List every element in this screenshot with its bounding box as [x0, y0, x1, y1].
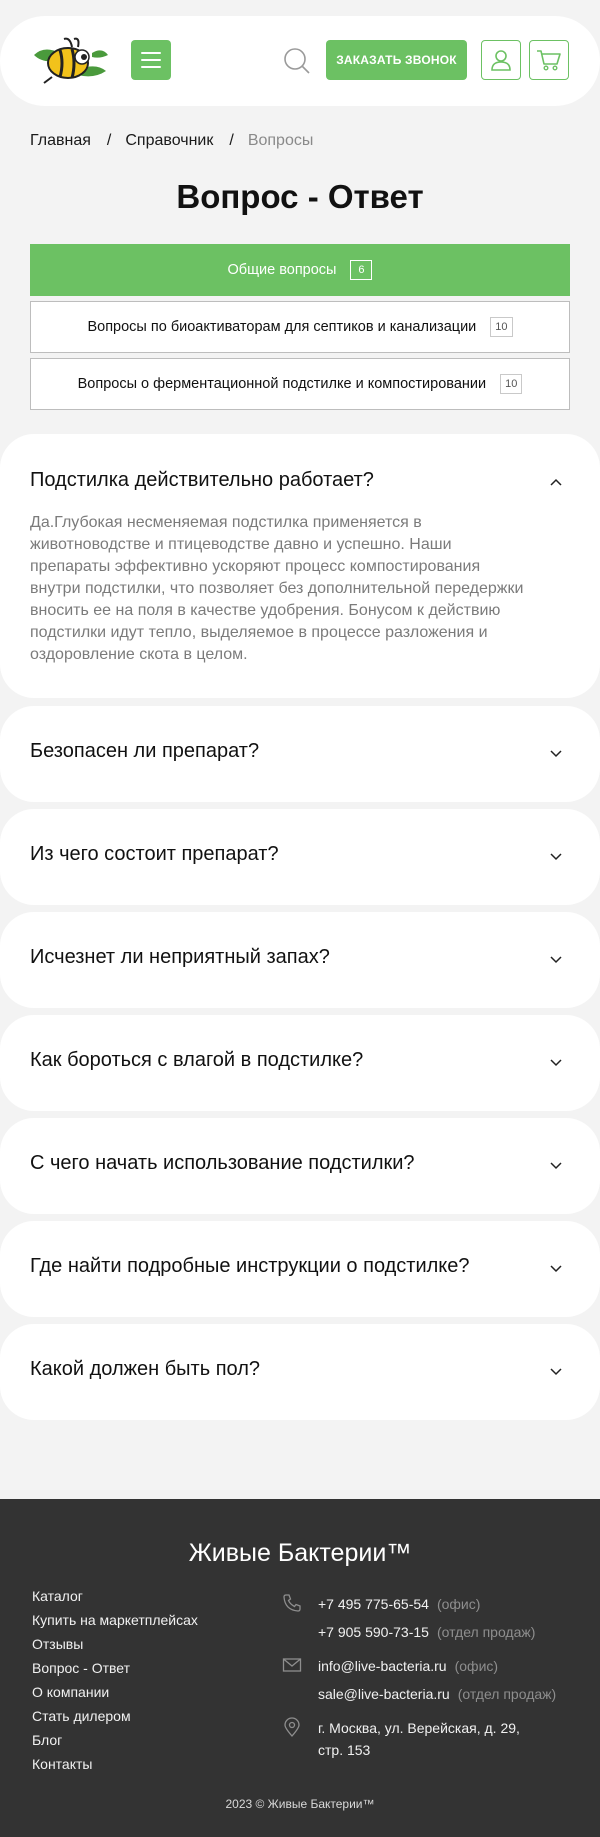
faq-question[interactable]: Из чего состоит препарат?	[30, 843, 279, 866]
phone-number[interactable]: +7 495 775-65-54	[318, 1596, 429, 1612]
cart-button[interactable]	[529, 40, 569, 80]
tab-count-badge: 10	[490, 317, 513, 337]
faq-question[interactable]: Исчезнет ли неприятный запах?	[30, 946, 330, 969]
tab-count-badge: 10	[500, 374, 523, 394]
mail-icon	[282, 1658, 302, 1672]
phone-note: (отдел продаж)	[436, 1624, 536, 1640]
faq-question[interactable]: Безопасен ли препарат?	[30, 740, 259, 763]
search-button[interactable]	[282, 46, 312, 76]
footer-phones: +7 495 775-65-54 (офис) +7 905 590-73-15 (…	[282, 1593, 535, 1643]
search-icon	[284, 48, 310, 74]
faq-item[interactable]: Исчезнет ли неприятный запах?	[0, 912, 600, 1008]
chevron-down-icon[interactable]	[550, 1265, 562, 1273]
chevron-down-icon[interactable]	[550, 1059, 562, 1067]
faq-question[interactable]: Где найти подробные инструкции о подстил…	[30, 1255, 470, 1278]
faq-item[interactable]: Как бороться с влагой в подстилке?	[0, 1015, 600, 1111]
phone-number[interactable]: +7 905 590-73-15	[318, 1624, 429, 1640]
footer-link-marketplaces[interactable]: Купить на маркетплейсах	[32, 1608, 198, 1632]
tab-bedding-questions[interactable]: Вопросы о ферментационной подстилке и ко…	[30, 358, 570, 410]
footer-address: г. Москва, ул. Верейская, д. 29, стр. 15…	[282, 1717, 520, 1761]
footer-nav: Каталог Купить на маркетплейсах Отзывы В…	[32, 1584, 198, 1776]
tab-label: Вопросы по биоактиваторам для септиков и…	[87, 319, 477, 335]
faq-item-expanded: Подстилка действительно работает? Да.Глу…	[0, 434, 600, 698]
breadcrumb-section[interactable]: Справочник	[125, 132, 213, 150]
faq-item[interactable]: Какой должен быть пол?	[0, 1324, 600, 1420]
chevron-down-icon[interactable]	[550, 956, 562, 964]
tab-count-badge: 6	[350, 260, 373, 280]
site-footer: Живые Бактерии™ Каталог Купить на маркет…	[0, 1499, 600, 1837]
tab-bioactivator-questions[interactable]: Вопросы по биоактиваторам для септиков и…	[30, 301, 570, 353]
menu-icon	[141, 52, 161, 54]
breadcrumb-home[interactable]: Главная	[30, 132, 91, 150]
faq-item[interactable]: Где найти подробные инструкции о подстил…	[0, 1221, 600, 1317]
email-sales: sale@live-bacteria.ru (отдел продаж)	[318, 1683, 556, 1705]
email-address[interactable]: sale@live-bacteria.ru	[318, 1686, 450, 1702]
location-pin-icon	[284, 1717, 300, 1737]
phone-office: +7 495 775-65-54 (офис)	[318, 1593, 535, 1615]
footer-link-faq[interactable]: Вопрос - Ответ	[32, 1656, 198, 1680]
footer-link-contacts[interactable]: Контакты	[32, 1752, 198, 1776]
page-title: Вопрос - Ответ	[176, 178, 424, 215]
faq-item[interactable]: С чего начать использование подстилки?	[0, 1118, 600, 1214]
email-note: (офис)	[454, 1658, 499, 1674]
faq-item[interactable]: Безопасен ли препарат?	[0, 706, 600, 802]
tab-label: Общие вопросы	[227, 262, 337, 278]
chevron-down-icon[interactable]	[550, 1162, 562, 1170]
breadcrumb-current: Вопросы	[247, 132, 314, 149]
faq-question[interactable]: Подстилка действительно работает?	[30, 469, 374, 492]
email-note: (отдел продаж)	[457, 1686, 557, 1702]
phone-icon	[283, 1594, 301, 1612]
footer-link-dealer[interactable]: Стать дилером	[32, 1704, 198, 1728]
faq-item[interactable]: Из чего состоит препарат?	[0, 809, 600, 905]
footer-link-blog[interactable]: Блог	[32, 1728, 198, 1752]
breadcrumb: Главная / Справочник / Вопросы	[30, 132, 313, 150]
user-icon	[491, 50, 511, 71]
address-line: стр. 153	[318, 1742, 371, 1758]
breadcrumb-separator: /	[106, 132, 112, 149]
breadcrumb-separator: /	[229, 132, 234, 149]
faq-question[interactable]: Какой должен быть пол?	[30, 1358, 260, 1381]
faq-question[interactable]: Как бороться с влагой в подстилке?	[30, 1049, 363, 1072]
account-button[interactable]	[481, 40, 521, 80]
copyright: 2023 © Живые Бактерии™	[225, 1797, 375, 1811]
chevron-up-icon[interactable]	[550, 478, 562, 486]
footer-link-catalog[interactable]: Каталог	[32, 1584, 198, 1608]
chevron-down-icon[interactable]	[550, 750, 562, 758]
footer-link-reviews[interactable]: Отзывы	[32, 1632, 198, 1656]
cart-icon	[537, 50, 561, 71]
email-office: info@live-bacteria.ru (офис)	[318, 1655, 556, 1677]
bee-logo-icon	[34, 37, 108, 84]
tab-general-questions[interactable]: Общие вопросы 6	[30, 244, 570, 296]
site-header: ЗАКАЗАТЬ ЗВОНОК	[0, 16, 600, 106]
faq-answer: Да.Глубокая несменяемая подстилка примен…	[30, 514, 524, 663]
footer-link-about[interactable]: О компании	[32, 1680, 198, 1704]
address-line: г. Москва, ул. Верейская, д. 29,	[318, 1720, 520, 1736]
order-call-button[interactable]: ЗАКАЗАТЬ ЗВОНОК	[326, 40, 467, 80]
page: ЗАКАЗАТЬ ЗВОНОК Главная / Справочник / В…	[0, 0, 600, 1837]
tab-label: Вопросы о ферментационной подстилке и ко…	[77, 376, 487, 392]
phone-note: (офис)	[436, 1596, 481, 1612]
footer-emails: info@live-bacteria.ru (офис) sale@live-ba…	[282, 1655, 556, 1705]
chevron-down-icon[interactable]	[550, 853, 562, 861]
footer-brand: Живые Бактерии™	[188, 1539, 412, 1567]
menu-button[interactable]	[131, 40, 171, 80]
phone-sales: +7 905 590-73-15 (отдел продаж)	[318, 1621, 535, 1643]
logo[interactable]	[30, 33, 110, 87]
faq-question[interactable]: С чего начать использование подстилки?	[30, 1152, 415, 1175]
email-address[interactable]: info@live-bacteria.ru	[318, 1658, 447, 1674]
chevron-down-icon[interactable]	[550, 1368, 562, 1376]
